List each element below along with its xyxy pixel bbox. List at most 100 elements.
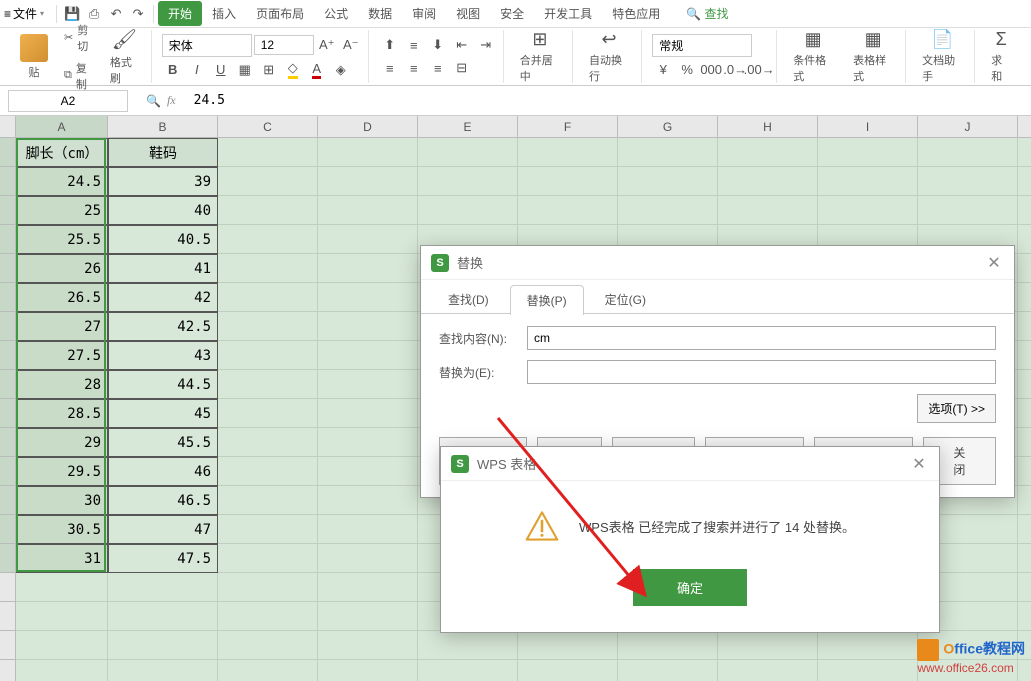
cell[interactable]: 45.5 — [108, 428, 218, 457]
cell[interactable] — [518, 138, 618, 167]
menu-开始[interactable]: 开始 — [158, 1, 202, 26]
search-icon[interactable]: 🔍 — [146, 94, 161, 108]
dialog-titlebar[interactable]: S 替换 ✕ — [421, 246, 1014, 280]
cell[interactable] — [318, 631, 418, 660]
cell[interactable]: 29 — [16, 428, 108, 457]
row-header[interactable] — [0, 544, 16, 573]
border-button[interactable]: ▦ — [234, 60, 256, 80]
cell[interactable] — [218, 428, 318, 457]
cell[interactable] — [818, 138, 918, 167]
menu-数据[interactable]: 数据 — [358, 1, 402, 26]
cell[interactable]: 40 — [108, 196, 218, 225]
row-header[interactable] — [0, 167, 16, 196]
cell[interactable] — [218, 254, 318, 283]
cell[interactable]: 39 — [108, 167, 218, 196]
cell[interactable] — [218, 602, 318, 631]
cell[interactable] — [318, 283, 418, 312]
cell[interactable]: 28.5 — [16, 399, 108, 428]
row-header[interactable] — [0, 515, 16, 544]
auto-wrap-button[interactable]: ↩ 自动换行 — [583, 27, 635, 86]
cell[interactable] — [1018, 544, 1031, 573]
cell[interactable]: 31 — [16, 544, 108, 573]
cell[interactable]: 30 — [16, 486, 108, 515]
sum-button[interactable]: Σ求和 — [985, 27, 1017, 86]
cell[interactable]: 鞋码 — [108, 138, 218, 167]
cell[interactable] — [318, 196, 418, 225]
decrease-font-button[interactable]: A⁻ — [340, 35, 362, 55]
cell[interactable] — [618, 138, 718, 167]
cell[interactable] — [318, 370, 418, 399]
row-header[interactable] — [0, 254, 16, 283]
col-header-A[interactable]: A — [16, 116, 108, 138]
cell[interactable] — [318, 660, 418, 681]
name-box[interactable]: A2 — [8, 90, 128, 112]
menu-特色应用[interactable]: 特色应用 — [602, 1, 670, 26]
border-style-button[interactable]: ⊞ — [258, 60, 280, 80]
cell[interactable] — [218, 370, 318, 399]
cell[interactable] — [1018, 515, 1031, 544]
cell[interactable] — [718, 660, 818, 681]
cell[interactable] — [218, 399, 318, 428]
menu-审阅[interactable]: 审阅 — [402, 1, 446, 26]
cell[interactable] — [218, 312, 318, 341]
cell[interactable] — [918, 138, 1018, 167]
paste-button[interactable]: 贴 — [14, 32, 54, 82]
comma-button[interactable]: 000 — [700, 60, 722, 80]
menu-视图[interactable]: 视图 — [446, 1, 490, 26]
cell[interactable] — [218, 486, 318, 515]
cell[interactable] — [1018, 196, 1031, 225]
cond-format-button[interactable]: ▦条件格式 — [787, 27, 839, 86]
col-header-G[interactable]: G — [618, 116, 718, 138]
cell[interactable] — [218, 138, 318, 167]
cell[interactable]: 脚长（cm） — [16, 138, 108, 167]
cell[interactable] — [16, 631, 108, 660]
options-button[interactable]: 选项(T) >> — [917, 394, 996, 423]
tab-find[interactable]: 查找(D) — [431, 284, 506, 314]
row-header[interactable] — [0, 631, 16, 660]
indent-decrease-button[interactable]: ⇤ — [451, 35, 473, 55]
row-header[interactable] — [0, 138, 16, 167]
menu-页面布局[interactable]: 页面布局 — [246, 1, 314, 26]
col-header-E[interactable]: E — [418, 116, 518, 138]
cell[interactable] — [318, 138, 418, 167]
cell[interactable] — [418, 138, 518, 167]
merge-split-button[interactable]: ⊟ — [451, 58, 473, 78]
fx-icon[interactable]: fx — [167, 93, 176, 108]
cell[interactable] — [218, 515, 318, 544]
cell[interactable] — [818, 660, 918, 681]
row-header[interactable] — [0, 660, 16, 681]
replace-input[interactable] — [527, 360, 996, 384]
align-center-button[interactable]: ≡ — [403, 58, 425, 78]
cell[interactable] — [318, 602, 418, 631]
cell[interactable] — [318, 254, 418, 283]
cell[interactable] — [218, 225, 318, 254]
cell[interactable] — [218, 196, 318, 225]
align-left-button[interactable]: ≡ — [379, 58, 401, 78]
row-header[interactable] — [0, 283, 16, 312]
cell[interactable] — [1018, 312, 1031, 341]
cell[interactable] — [1018, 138, 1031, 167]
cell[interactable]: 44.5 — [108, 370, 218, 399]
cell[interactable] — [218, 660, 318, 681]
col-header-H[interactable]: H — [718, 116, 818, 138]
row-header[interactable] — [0, 341, 16, 370]
cell[interactable] — [318, 312, 418, 341]
cell[interactable]: 46.5 — [108, 486, 218, 515]
col-header-B[interactable]: B — [108, 116, 218, 138]
col-header-C[interactable]: C — [218, 116, 318, 138]
tab-replace[interactable]: 替换(P) — [510, 285, 584, 315]
cell[interactable] — [918, 167, 1018, 196]
cell[interactable] — [318, 515, 418, 544]
fill-color-button[interactable]: ◇ — [282, 60, 304, 80]
cell[interactable]: 25.5 — [16, 225, 108, 254]
row-header[interactable] — [0, 486, 16, 515]
bold-button[interactable]: B — [162, 60, 184, 80]
cell[interactable]: 24.5 — [16, 167, 108, 196]
menu-安全[interactable]: 安全 — [490, 1, 534, 26]
cell[interactable] — [818, 167, 918, 196]
cell[interactable] — [518, 631, 618, 660]
col-header-D[interactable]: D — [318, 116, 418, 138]
ok-button[interactable]: 确定 — [633, 569, 747, 606]
cell[interactable] — [318, 573, 418, 602]
row-header[interactable] — [0, 225, 16, 254]
